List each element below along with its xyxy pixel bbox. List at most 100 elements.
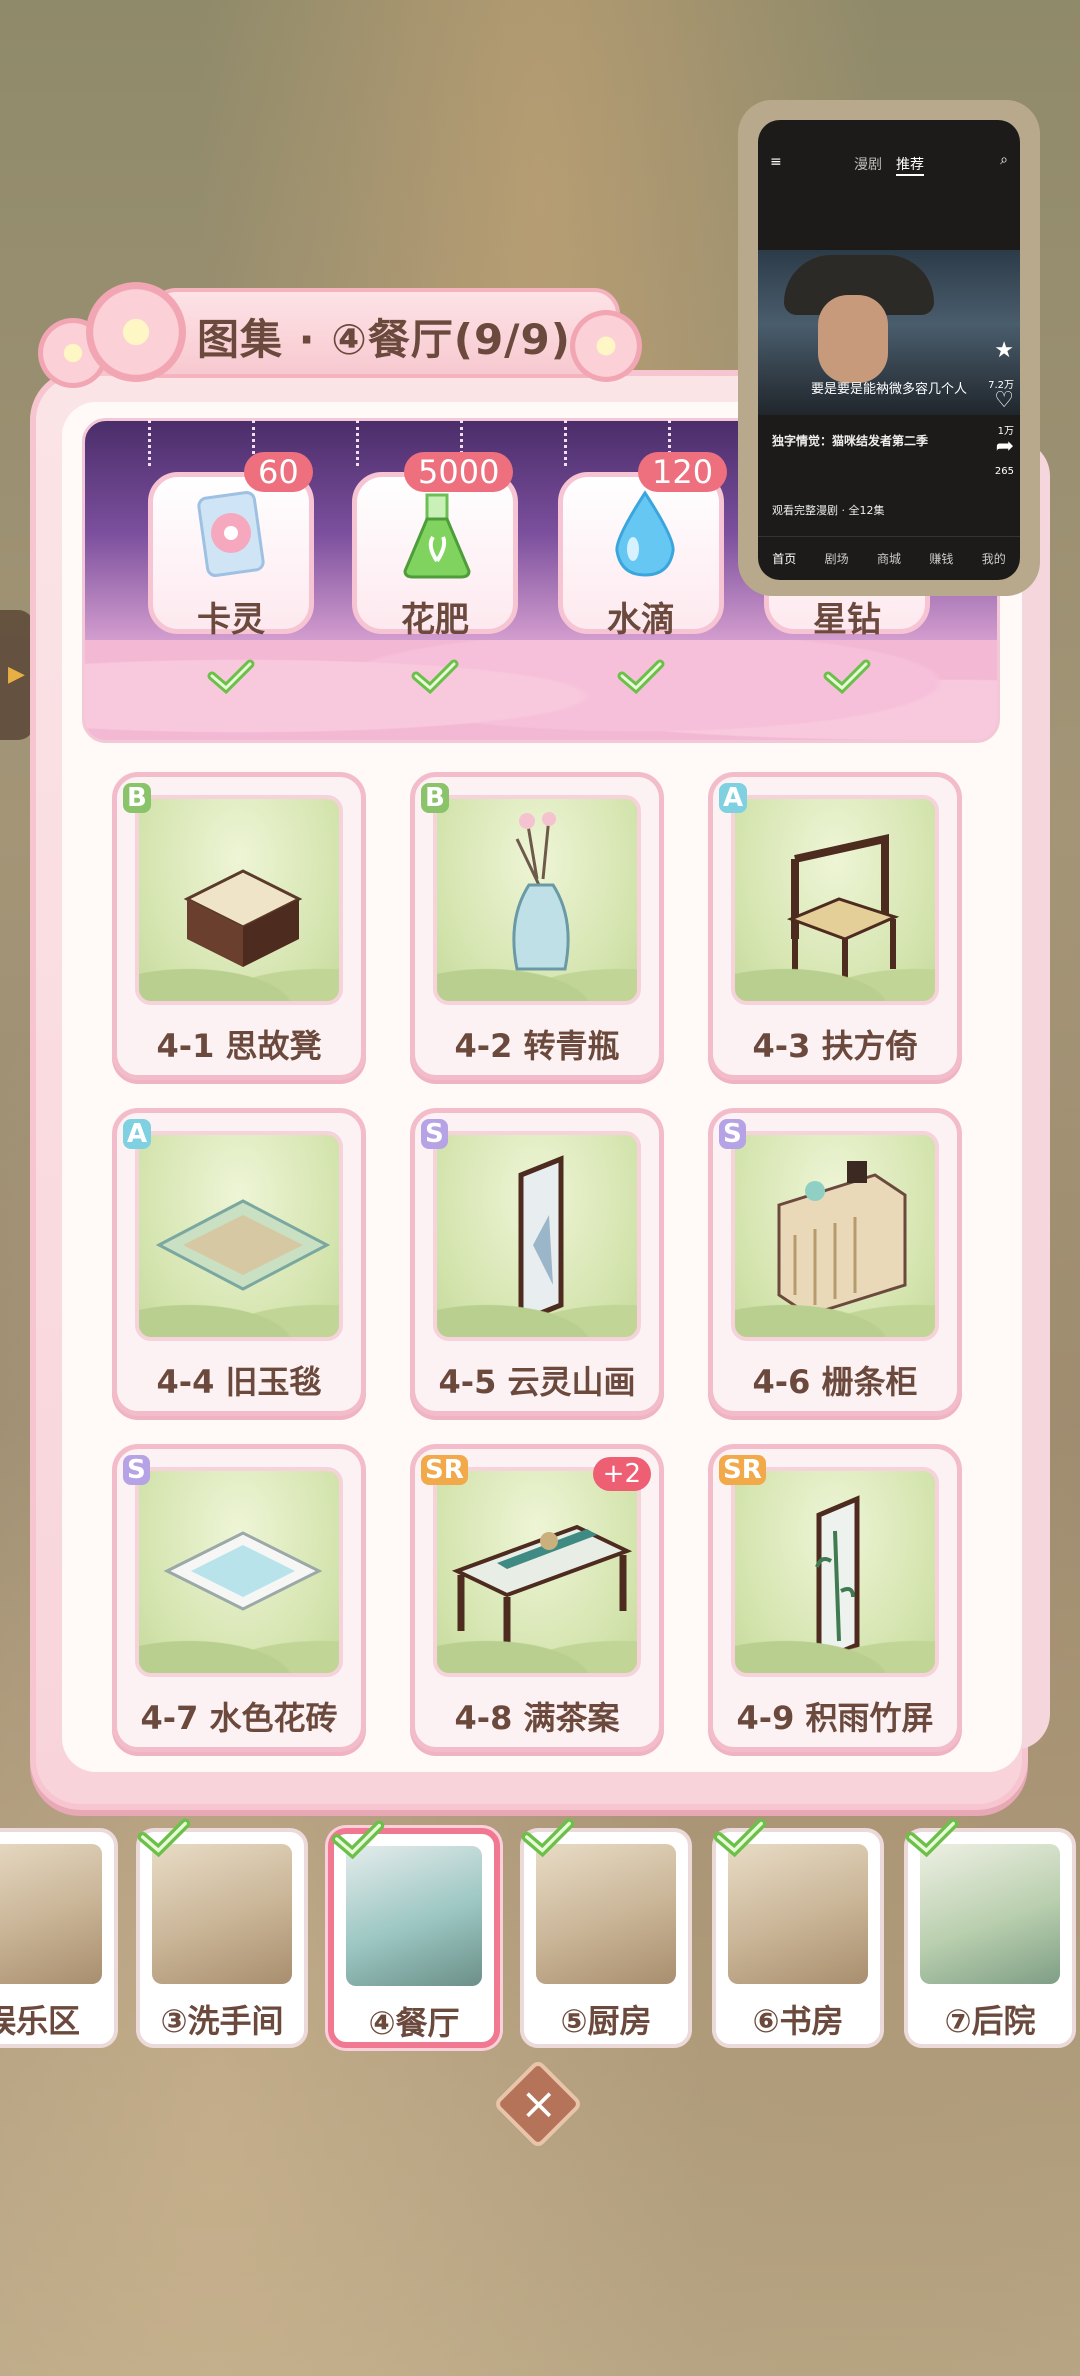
room-tab-label: 娱乐区 [0,2002,80,2040]
item-card-4-2[interactable]: B 4-2 转青瓶 [410,772,664,1080]
item-card-4-5[interactable]: S 4-5 云灵山画 [410,1108,664,1416]
room-tab-bathroom[interactable]: ③洗手间 [136,1818,308,2048]
check-icon [137,1818,191,1858]
rug-icon [155,1199,331,1291]
item-label: 4-9 积雨竹屏 [736,1699,934,1737]
stool-icon [183,869,303,967]
room-thumbnail [728,1844,868,1984]
nav-mall[interactable]: 商城 [877,550,901,567]
video-caption: 要是要是能衲微多容几个人 [810,382,967,397]
room-tab-label: ⑥书房 [752,2002,844,2040]
item-label: 4-4 旧玉毯 [156,1363,322,1401]
duplicate-count-badge: +2 [592,1457,651,1491]
item-label: 4-6 栅条柜 [752,1363,918,1401]
vase-icon [512,812,570,971]
video-screen[interactable]: ≡ 漫剧 推荐 ⌕ 要是要是能衲微多容几个人 ★ 7.2万 ♡ 1万 ➦ 265… [758,120,1020,580]
item-label: 4-5 云灵山画 [438,1363,636,1401]
flower-decoration-icon [570,310,642,382]
item-card-4-7[interactable]: S 4-7 水色花砖 [112,1444,366,1752]
video-bottom-nav: 首页 剧场 商城 赚钱 我的 [758,536,1020,580]
room-tab-dining[interactable]: ④餐厅 [328,1820,500,2048]
check-icon [617,659,665,695]
reward-label: 水滴 [607,600,675,640]
grade-badge: S [421,1119,448,1149]
video-footer[interactable]: 观看完整漫剧 · 全12集 [772,502,885,518]
search-icon[interactable]: ⌕ [1000,152,1008,168]
room-tab-study[interactable]: ⑥书房 [712,1818,884,2048]
room-tab-label: ③洗手间 [160,2002,284,2040]
grade-badge: SR [421,1455,468,1485]
check-icon [713,1818,767,1858]
reward-label: 星钻 [813,600,881,640]
close-icon: × [520,2078,558,2130]
nav-me[interactable]: 我的 [982,550,1006,567]
heart-icon[interactable]: ♡ [994,388,1014,413]
check-icon [521,1818,575,1858]
room-tab-label: ⑤厨房 [560,2002,652,2040]
reward-count: 60 [244,452,313,492]
room-tab-entertainment[interactable]: 娱乐区 [0,1828,118,2048]
item-card-4-8[interactable]: SR +2 4-8 满茶案 [410,1444,664,1752]
check-icon [411,659,459,695]
video-top-bar: ≡ 漫剧 推荐 ⌕ [758,144,1020,184]
grade-badge: A [123,1119,152,1149]
chevron-right-icon: ▶ [8,662,25,687]
card-spirit-icon [197,491,265,577]
grade-badge: B [123,783,151,813]
painting-icon [518,1155,564,1325]
item-label: 4-3 扶方倚 [752,1027,918,1065]
room-thumbnail [920,1844,1060,1984]
chair-icon [786,834,900,989]
tab-manju[interactable]: 漫剧 [854,154,882,174]
album-title: 图集 · ④餐厅(9/9) [197,315,571,364]
item-card-4-4[interactable]: A 4-4 旧玉毯 [112,1108,366,1416]
flower-decoration-icon [86,282,186,382]
fertilizer-flask-icon [403,493,471,579]
reward-count: 5000 [404,452,514,492]
room-tab-label: ④餐厅 [368,2004,460,2042]
star-icon[interactable]: ★ [994,338,1014,363]
item-card-4-6[interactable]: S 4-6 栅条柜 [708,1108,962,1416]
share-icon[interactable]: ➦ [996,434,1014,459]
video-figure-face [818,295,888,383]
room-tab-backyard[interactable]: ⑦后院 [904,1818,1076,2048]
room-thumbnail [0,1844,102,1984]
check-icon [823,659,871,695]
room-tab-kitchen[interactable]: ⑤厨房 [520,1818,692,2048]
tab-recommend[interactable]: 推荐 [896,154,924,176]
check-icon [331,1820,385,1860]
shares-count: 265 [994,466,1014,477]
bamboo-screen-icon [815,1495,860,1665]
grade-badge: SR [719,1455,766,1485]
room-thumbnail [536,1844,676,1984]
grade-badge: B [421,783,449,813]
grade-badge: S [719,1119,746,1149]
video-title: 独字情觉：猫咪结发者第二季 [772,434,929,448]
item-card-4-1[interactable]: B 4-1 思故凳 [112,772,366,1080]
check-icon [207,659,255,695]
item-label: 4-7 水色花砖 [140,1699,338,1737]
cabinet-icon [777,1161,907,1317]
reward-count: 120 [638,452,728,492]
item-label: 4-2 转青瓶 [454,1027,620,1065]
check-icon [905,1818,959,1858]
item-label: 4-1 思故凳 [156,1027,322,1065]
room-thumbnail [346,1846,482,1986]
menu-icon[interactable]: ≡ [770,154,782,170]
room-thumbnail [152,1844,292,1984]
nav-home[interactable]: 首页 [772,550,796,567]
tea-table-icon [451,1524,633,1651]
reward-label: 卡灵 [197,600,265,640]
item-card-4-9[interactable]: SR 4-9 积雨竹屏 [708,1444,962,1752]
grade-badge: A [719,783,748,813]
nav-earn[interactable]: 赚钱 [929,550,953,567]
side-drawer-handle[interactable]: ▶ [0,610,34,740]
item-label: 4-8 满茶案 [454,1699,620,1737]
water-drop-icon [615,490,675,577]
item-card-4-3[interactable]: A 4-3 扶方倚 [708,772,962,1080]
tile-icon [163,1531,323,1611]
nav-theater[interactable]: 剧场 [825,550,849,567]
room-tab-label: ⑦后院 [944,2002,1036,2040]
reward-label: 花肥 [401,600,469,640]
grade-badge: S [123,1455,150,1485]
